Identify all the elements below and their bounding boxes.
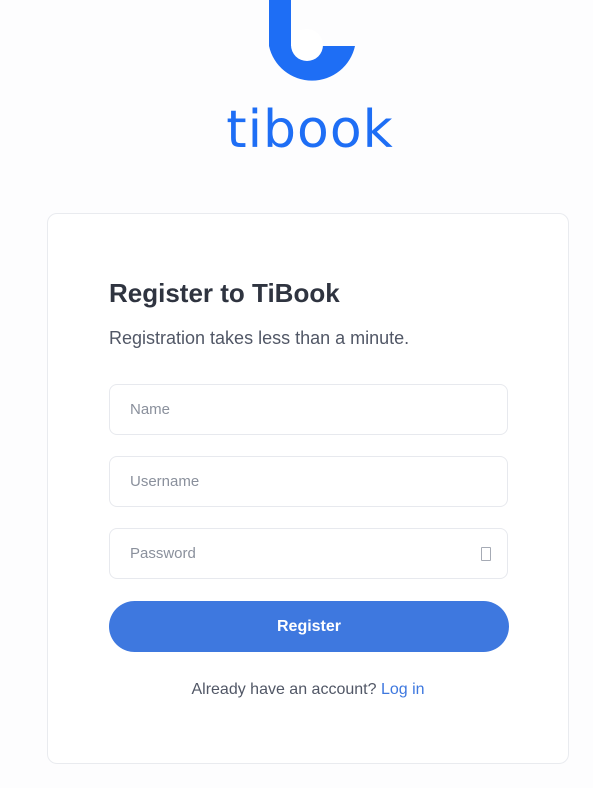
name-input[interactable] (130, 385, 507, 434)
register-button[interactable]: Register (109, 601, 509, 652)
password-field-wrapper (109, 528, 508, 579)
username-input[interactable] (130, 457, 507, 506)
page-subtitle: Registration takes less than a minute. (109, 328, 410, 348)
login-link[interactable]: Log in (381, 681, 425, 698)
name-field-wrapper (109, 384, 508, 435)
register-card: Register to TiBook Registration takes le… (47, 213, 569, 764)
username-field-wrapper (109, 456, 508, 507)
login-prompt-text: Already have an account? (191, 681, 381, 698)
brand-logo: tibook (0, 0, 593, 170)
login-prompt-line: Already have an account? Log in (48, 681, 568, 699)
register-page: tibook Register to TiBook Registration t… (0, 0, 593, 788)
brand-wordmark: tibook (226, 100, 394, 160)
page-title: Register to TiBook (109, 278, 340, 308)
eye-icon[interactable] (481, 547, 491, 561)
tibook-logo-icon (269, 0, 355, 81)
password-input[interactable] (130, 529, 467, 578)
